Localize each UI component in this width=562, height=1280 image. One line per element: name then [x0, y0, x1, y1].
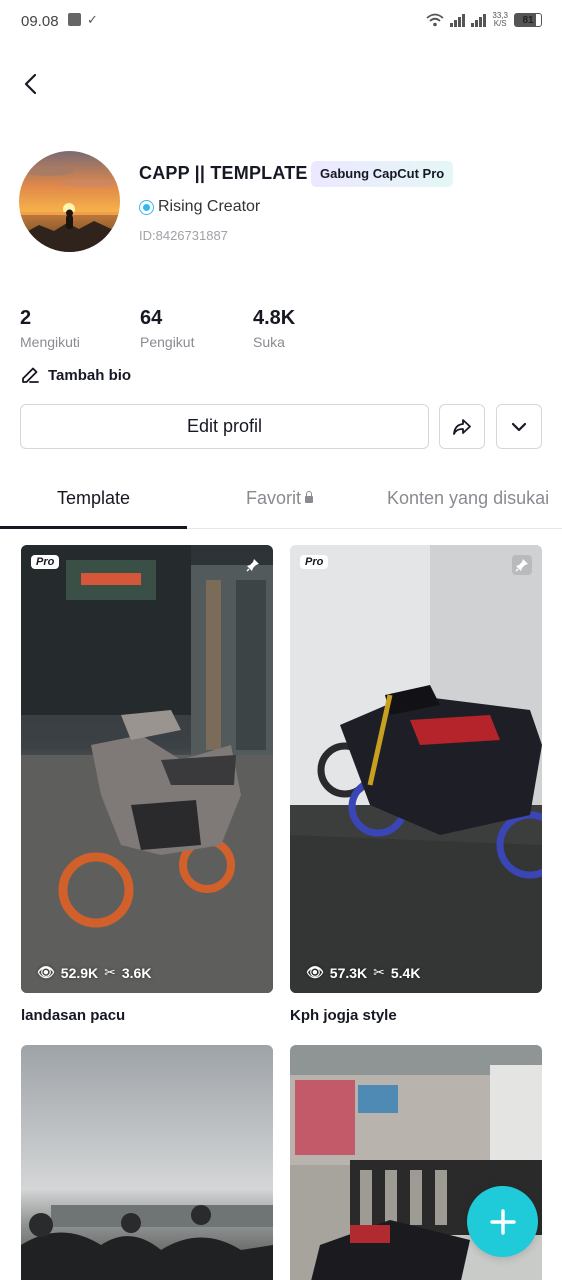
chevron-left-icon: [24, 73, 37, 95]
eye-icon: 👁: [37, 964, 55, 980]
stat-label: Suka: [253, 334, 285, 350]
template-thumbnail[interactable]: [21, 1045, 273, 1280]
active-tab-indicator: [0, 526, 187, 529]
tab-favorit-label: Favorit: [246, 488, 302, 508]
download-done-icon: ✓: [87, 12, 98, 27]
stat-label: Pengikut: [140, 334, 195, 350]
view-count: 52.9K: [60, 964, 99, 981]
battery-level: 81: [522, 14, 534, 26]
status-bar: 09.08 ✓ 33,3 K/S 81: [0, 0, 562, 46]
edit-profile-label: Edit profil: [186, 416, 263, 436]
creator-label: Rising Creator: [158, 198, 261, 215]
profile-actions: Edit profil: [20, 404, 542, 449]
more-options-button[interactable]: [496, 404, 542, 449]
join-pro-badge[interactable]: Gabung CapCut Pro: [311, 161, 454, 187]
stat-value: 64: [140, 307, 163, 329]
status-time: 09.08: [21, 13, 59, 30]
pin-icon: [512, 555, 532, 575]
share-profile-button[interactable]: [439, 404, 485, 449]
template-thumbnail[interactable]: Pro 👁 57.3K ✂ 5.4K: [290, 545, 542, 993]
stat-value: 2: [20, 307, 32, 329]
use-count: 3.6K: [121, 964, 152, 981]
add-bio-label: Tambah bio: [48, 366, 132, 384]
status-system-icons: 33,3 K/S 81: [426, 12, 542, 28]
profile-id: ID:8426731887: [139, 228, 228, 243]
tab-template[interactable]: Template: [57, 488, 130, 509]
plus-icon: [489, 1208, 516, 1235]
rising-creator-icon: [139, 199, 154, 215]
template-card[interactable]: Pro 👁 52.9K ✂ 3.6K landasan pacu: [21, 545, 273, 1024]
view-count: 57.3K: [329, 964, 368, 981]
edit-profile-button[interactable]: Edit profil: [20, 404, 429, 449]
battery-icon: 81: [514, 13, 542, 27]
create-template-button[interactable]: [467, 1186, 538, 1257]
template-stats: 👁 52.9K ✂ 3.6K: [37, 964, 151, 981]
stat-following[interactable]: 2 Mengikuti: [20, 307, 80, 350]
motorcycle-thumbnail-image: [290, 545, 542, 993]
pin-icon: [243, 555, 263, 575]
template-stats: 👁 57.3K ✂ 5.4K: [306, 964, 420, 981]
motorcycle-thumbnail-image: [21, 545, 273, 993]
pro-tag: Pro: [300, 555, 329, 569]
signal-icon-2: [471, 13, 487, 27]
chevron-down-icon: [511, 422, 527, 431]
stat-value: 4.8K: [253, 307, 296, 329]
seaside-thumbnail-image: [21, 1045, 273, 1280]
lock-icon: [305, 491, 314, 503]
tab-favorit[interactable]: Favorit: [246, 488, 314, 509]
template-card[interactable]: [21, 1045, 273, 1280]
creator-status: Rising Creator: [139, 198, 260, 216]
gallery-notification-icon: [68, 13, 81, 26]
stat-label: Mengikuti: [20, 334, 80, 350]
scissors-icon: ✂: [373, 964, 385, 980]
wifi-icon: [426, 13, 445, 27]
stat-likes[interactable]: 4.8K Suka: [253, 307, 295, 350]
add-bio-button[interactable]: Tambah bio: [20, 365, 131, 385]
tab-liked-content[interactable]: Konten yang disukai: [387, 488, 549, 509]
pro-tag: Pro: [31, 555, 60, 569]
network-speed: 33,3 K/S: [492, 11, 508, 28]
sunset-avatar-image: [19, 151, 120, 252]
stat-followers[interactable]: 64 Pengikut: [140, 307, 194, 350]
share-arrow-icon: [453, 418, 471, 435]
template-card[interactable]: Pro 👁 57.3K ✂ 5.4K Kph jogja style: [290, 545, 542, 1024]
template-title: landasan pacu: [21, 1007, 126, 1024]
use-count: 5.4K: [390, 964, 421, 981]
status-notification-icons: ✓: [68, 13, 98, 26]
back-button[interactable]: [18, 70, 46, 98]
pencil-icon: [22, 367, 39, 383]
profile-name: CAPP || TEMPLATE: [139, 163, 308, 183]
template-title: Kph jogja style: [290, 1007, 397, 1024]
profile-tabs: Template Favorit Konten yang disukai: [0, 478, 562, 529]
template-thumbnail[interactable]: Pro 👁 52.9K ✂ 3.6K: [21, 545, 273, 993]
scissors-icon: ✂: [104, 964, 116, 980]
eye-icon: 👁: [306, 964, 324, 980]
signal-icon-1: [450, 13, 466, 27]
avatar[interactable]: [19, 151, 120, 252]
